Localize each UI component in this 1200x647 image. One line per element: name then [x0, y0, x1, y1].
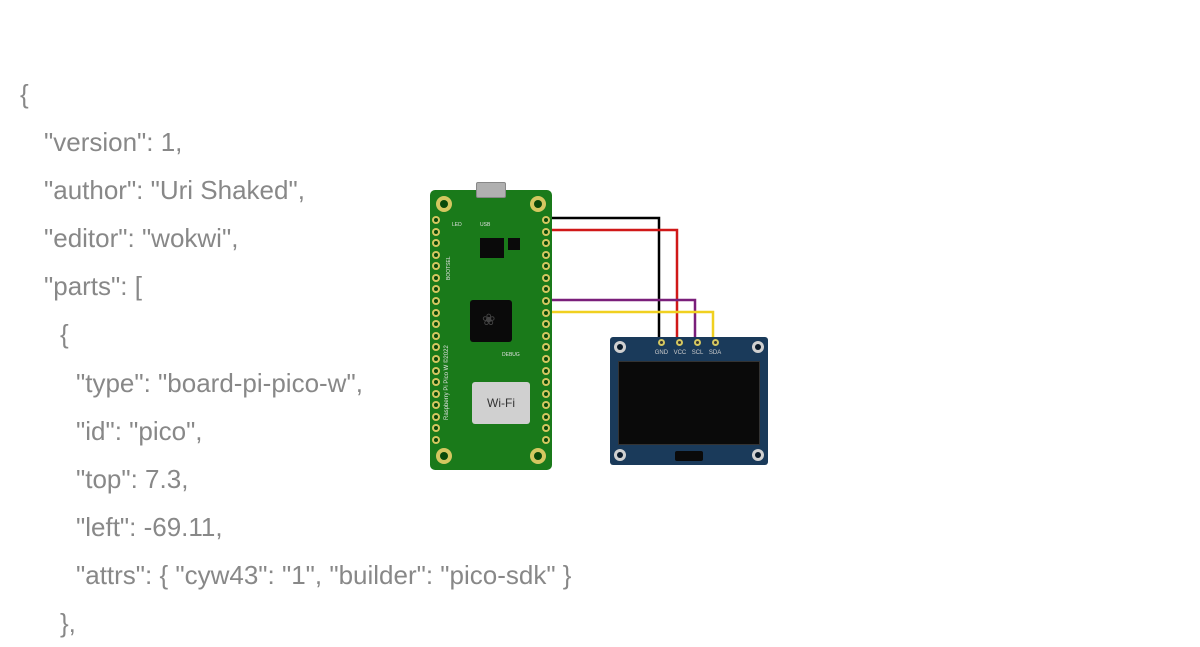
oled-pin-labels: GND VCC SCL SDA [652, 350, 724, 356]
circuit-diagram[interactable]: Wi-Fi LED USB BOOTSEL DEBUG Raspberry Pi… [430, 170, 930, 510]
board-name-label: Raspberry Pi Pico W ©2022 [444, 345, 450, 420]
pin-label-vcc: VCC [674, 350, 687, 356]
pin-vcc [676, 339, 683, 346]
pin-label-sda: SDA [709, 350, 721, 356]
code-line: "left": -69.11, [20, 503, 572, 551]
pin-label-gnd: GND [655, 350, 668, 356]
board-ssd1306-oled[interactable]: GND VCC SCL SDA [610, 337, 768, 465]
code-line: "version": 1, [20, 118, 572, 166]
bootsel-label: BOOTSEL [446, 256, 452, 280]
code-line: { [20, 70, 572, 118]
mounting-hole [436, 196, 452, 212]
chip-icon [508, 238, 520, 250]
chip-icon [675, 451, 703, 461]
rp2040-chip-icon [470, 300, 512, 342]
debug-label: DEBUG [502, 352, 520, 358]
mounting-hole [530, 196, 546, 212]
board-pi-pico-w[interactable]: Wi-Fi LED USB BOOTSEL DEBUG Raspberry Pi… [430, 190, 552, 470]
pin-gnd [658, 339, 665, 346]
mounting-hole [436, 448, 452, 464]
code-line: "attrs": { "cyw43": "1", "builder": "pic… [20, 551, 572, 599]
pin-sda [712, 339, 719, 346]
wifi-label: Wi-Fi [487, 396, 515, 410]
mounting-hole [614, 341, 626, 353]
mounting-hole [614, 449, 626, 461]
usb-label: USB [480, 222, 490, 228]
led-label: LED [452, 222, 462, 228]
code-line: }, [20, 599, 572, 647]
pin-label-scl: SCL [692, 350, 704, 356]
pin-header-left [432, 216, 440, 444]
mounting-hole [752, 449, 764, 461]
pin-scl [694, 339, 701, 346]
wifi-module: Wi-Fi [472, 382, 530, 424]
chip-icon [480, 238, 504, 258]
usb-connector [476, 182, 506, 198]
mounting-hole [752, 341, 764, 353]
oled-pin-header [652, 339, 724, 349]
mounting-hole [530, 448, 546, 464]
oled-screen [618, 361, 760, 445]
pin-header-right [542, 216, 550, 444]
